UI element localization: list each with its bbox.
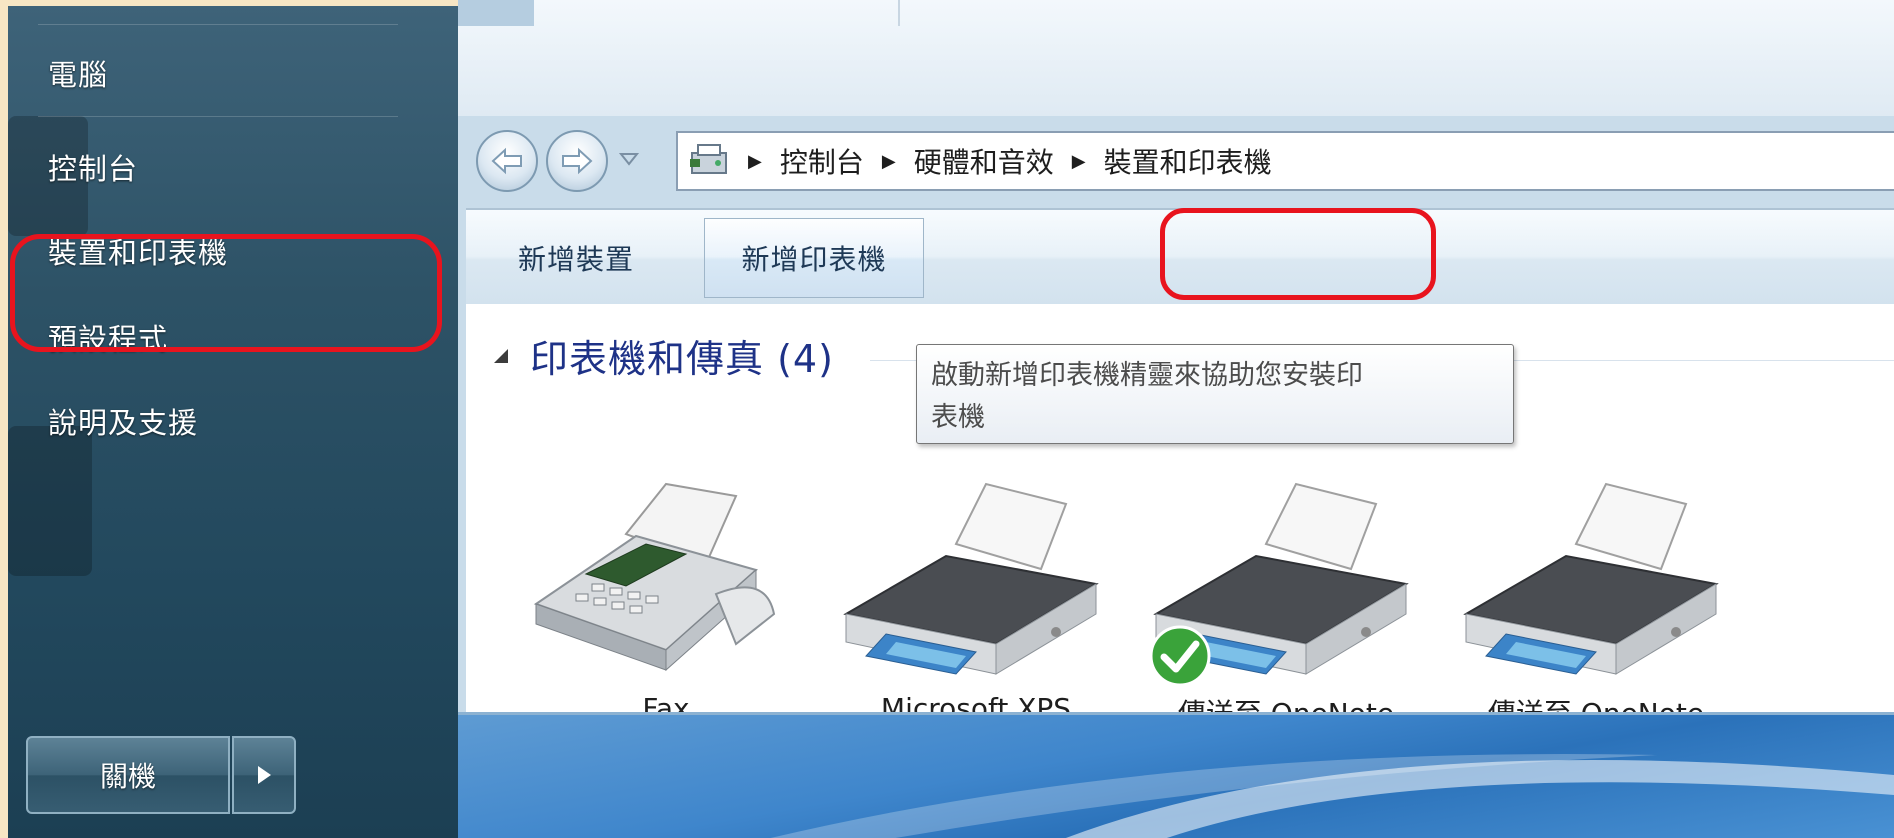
back-button[interactable] [476,130,538,192]
default-printer-check-icon [1149,625,1211,687]
fax-icon [533,482,776,672]
group-header-printers-and-faxes[interactable]: 印表機和傳真 (4) [490,328,834,383]
add-printer-button[interactable]: 新增印表機 [704,218,924,298]
explorer-window: ▶ 控制台 ▶ 硬體和音效 ▶ 裝置和印表機 新增裝置 新增印表機 印表機和傳真… [458,0,1894,838]
device-microsoft-xps[interactable]: Microsoft XPS [826,474,1126,712]
breadcrumb-separator[interactable]: ▶ [748,151,762,172]
device-send-to-onenote[interactable]: 傳送至 OneNote [1446,474,1746,712]
breadcrumb-separator[interactable]: ▶ [1072,151,1086,172]
address-bar[interactable]: ▶ 控制台 ▶ 硬體和音效 ▶ 裝置和印表機 [676,131,1894,191]
annotation-highlight-devices-and-printers [10,234,442,352]
navigation-bar: ▶ 控制台 ▶ 硬體和音效 ▶ 裝置和印表機 [458,116,1894,208]
annotation-highlight-add-printer [1160,208,1436,300]
menu-separator [38,116,398,117]
frame-edge [458,0,534,26]
recent-pages-dropdown[interactable] [618,148,640,174]
arrow-right-icon [562,147,593,175]
shutdown-button[interactable]: 關機 [26,736,230,814]
start-item-help-and-support[interactable]: 說明及支援 [48,400,198,442]
tooltip-text-line1: 啟動新增印表機精靈來協助您安裝印 [931,360,1363,391]
wallpaper-swoosh [770,754,1894,838]
breadcrumb-control-panel[interactable]: 控制台 [780,141,864,181]
devices-content-area: 印表機和傳真 (4) Fax Microsoft XPS 啟動新增印表機精靈來協… [466,304,1894,712]
window-top-area [458,0,1894,116]
forward-button[interactable] [546,130,608,192]
collapse-triangle-icon [494,348,508,363]
start-item-computer[interactable]: 電腦 [48,52,108,94]
background-ghost-block [8,426,92,576]
group-title: 印表機和傳真 (4) [530,337,834,381]
device-label: 傳送至 OneNote [1136,692,1436,712]
control-panel-icon [688,139,736,183]
start-item-control-panel[interactable]: 控制台 [48,146,138,188]
device-label: Fax [642,692,690,712]
frame-divider [898,0,900,26]
breadcrumb-hardware-and-sound[interactable]: 硬體和音效 [914,141,1054,181]
add-printer-tooltip: 啟動新增印表機精靈來協助您安裝印 表機 [916,344,1514,444]
device-send-to-onenote-default[interactable]: 傳送至 OneNote [1136,474,1436,712]
triangle-right-icon [258,766,271,784]
arrow-left-icon [491,147,522,175]
shutdown-label: 關機 [99,760,156,793]
device-label: 傳送至 OneNote [1446,692,1746,712]
shutdown-options-button[interactable] [232,736,296,814]
printer-icon [843,482,1099,675]
breadcrumb-separator[interactable]: ▶ [882,151,896,172]
menu-separator [38,24,398,25]
device-fax[interactable]: Fax [516,474,816,712]
start-menu-right-pane: 電腦 控制台 裝置和印表機 預設程式 說明及支援 [8,6,458,838]
breadcrumb-devices-and-printers[interactable]: 裝置和印表機 [1104,141,1272,181]
add-device-button[interactable]: 新增裝置 [486,210,666,306]
printer-icon [1463,482,1719,675]
tooltip-text-line2: 表機 [931,402,985,433]
chevron-down-icon [618,153,640,166]
device-label: Microsoft XPS [880,692,1072,712]
desktop-background-strip [458,712,1894,838]
